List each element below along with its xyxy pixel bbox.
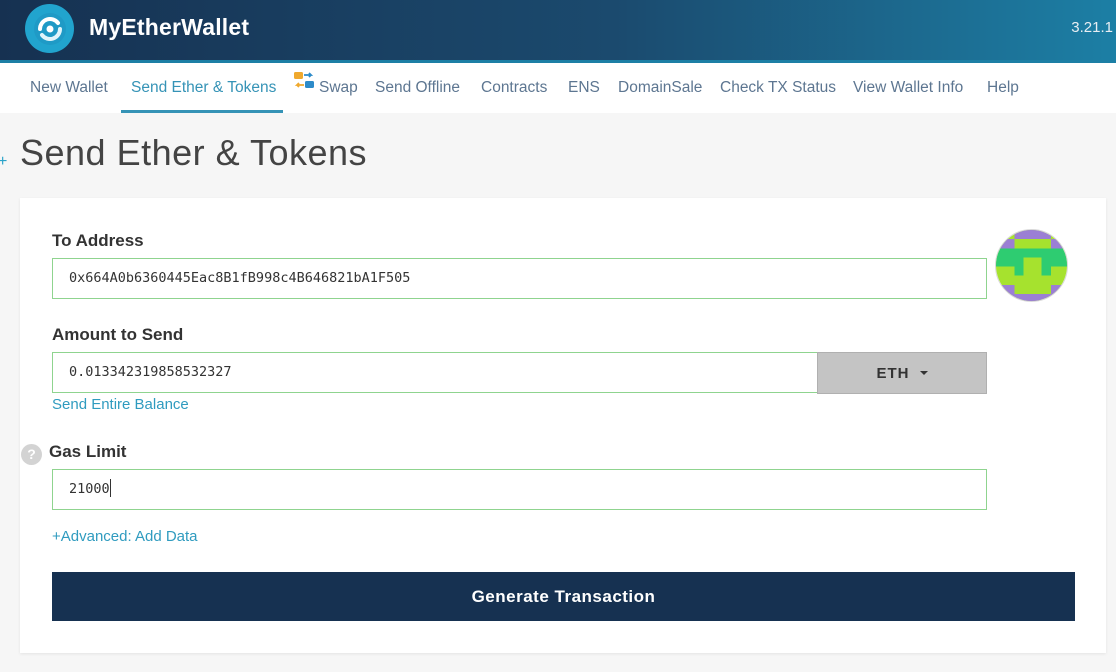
main-nav: New Wallet Send Ether & Tokens Swap Send… <box>0 60 1116 113</box>
mew-logo-icon[interactable] <box>25 4 74 53</box>
nav-item-send-ether-tokens[interactable]: Send Ether & Tokens <box>131 63 276 113</box>
currency-dropdown[interactable]: ETH <box>817 352 987 394</box>
expand-plus-icon[interactable]: + <box>0 153 7 171</box>
page-title: Send Ether & Tokens <box>20 132 368 173</box>
app-header: MyEtherWallet 3.21.1 <box>0 0 1116 60</box>
gas-limit-input[interactable]: 21000 <box>52 469 987 510</box>
amount-label: Amount to Send <box>52 325 184 344</box>
currency-label: ETH <box>876 364 910 382</box>
active-tab-underline <box>121 110 283 113</box>
nav-item-ens[interactable]: ENS <box>568 63 600 113</box>
advanced-add-data-link[interactable]: +Advanced: Add Data <box>52 528 198 545</box>
app-name[interactable]: MyEtherWallet <box>89 14 249 41</box>
nav-item-contracts[interactable]: Contracts <box>481 63 547 113</box>
send-entire-balance-link[interactable]: Send Entire Balance <box>52 396 189 413</box>
send-form-card: To Address 0x664A0b6360445Eac8B1fB998c4B… <box>20 198 1106 653</box>
nav-item-help[interactable]: Help <box>987 63 1019 113</box>
generate-transaction-button[interactable]: Generate Transaction <box>52 572 1075 621</box>
nav-item-send-offline[interactable]: Send Offline <box>375 63 460 113</box>
swap-icon <box>293 61 315 111</box>
nav-item-swap[interactable]: Swap <box>293 63 358 113</box>
text-cursor <box>109 478 111 497</box>
amount-input[interactable]: 0.013342319858532327 <box>52 352 818 393</box>
nav-item-domainsale[interactable]: DomainSale <box>618 63 702 113</box>
caret-down-icon <box>919 371 928 375</box>
to-address-input[interactable]: 0x664A0b6360445Eac8B1fB998c4B646821bA1F5… <box>52 258 987 299</box>
question-circle-icon[interactable]: ? <box>21 444 42 465</box>
to-address-label: To Address <box>52 231 144 250</box>
nav-item-swap-label: Swap <box>319 79 358 96</box>
gas-limit-value: 21000 <box>69 481 110 497</box>
nav-item-view-wallet-info[interactable]: View Wallet Info <box>853 63 963 113</box>
app-version: 3.21.1 <box>1071 19 1113 36</box>
nav-item-new-wallet[interactable]: New Wallet <box>30 63 108 113</box>
gas-limit-label: Gas Limit <box>49 442 127 461</box>
nav-item-check-tx-status[interactable]: Check TX Status <box>720 63 836 113</box>
address-identicon-icon <box>995 229 1068 302</box>
